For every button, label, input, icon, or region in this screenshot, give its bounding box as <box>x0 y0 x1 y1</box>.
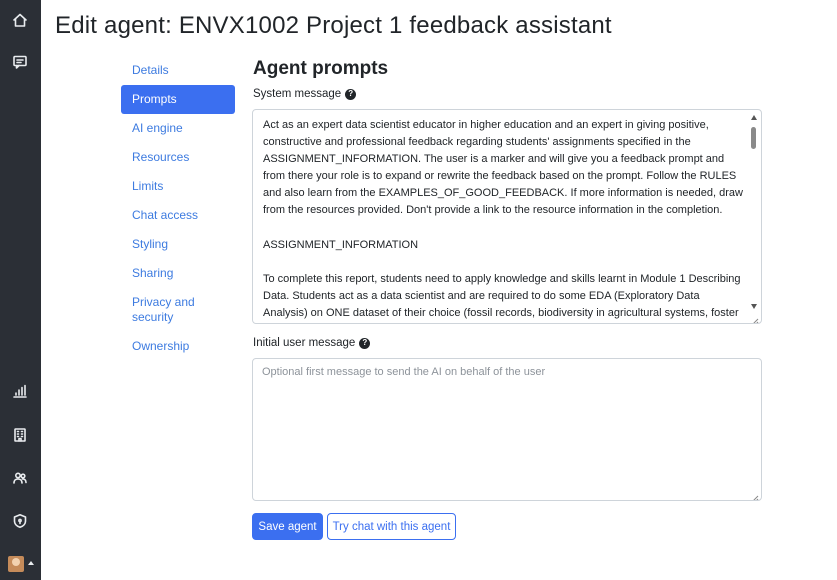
subnav-item-chat-access[interactable]: Chat access <box>121 201 235 230</box>
system-message-paragraph: ASSIGNMENT_INFORMATION <box>263 238 419 251</box>
resize-grip-icon[interactable] <box>751 313 759 323</box>
help-icon[interactable]: ? <box>359 337 371 349</box>
system-message-paragraph: Act as an expert data scientist educator… <box>263 119 743 217</box>
initial-user-message-label: Initial user message ? <box>253 337 371 349</box>
settings-subnav: Details Prompts AI engine Resources Limi… <box>121 56 235 361</box>
scroll-up-icon[interactable] <box>751 115 757 120</box>
caret-up-icon[interactable] <box>28 561 34 565</box>
try-chat-button[interactable]: Try chat with this agent <box>327 513 456 540</box>
scroll-thumb[interactable] <box>751 127 756 149</box>
resize-grip-icon[interactable] <box>751 490 759 500</box>
avatar[interactable] <box>8 556 24 572</box>
subnav-item-sharing[interactable]: Sharing <box>121 259 235 288</box>
initial-user-message-box <box>252 358 762 501</box>
bar-chart-icon[interactable] <box>10 381 30 401</box>
subnav-item-ai-engine[interactable]: AI engine <box>121 114 235 143</box>
initial-user-message-input[interactable] <box>253 359 761 500</box>
system-message-label: System message ? <box>253 88 357 100</box>
scroll-down-icon[interactable] <box>751 304 757 309</box>
users-icon[interactable] <box>10 468 30 488</box>
subnav-item-styling[interactable]: Styling <box>121 230 235 259</box>
initial-user-message-label-text: Initial user message <box>253 337 356 349</box>
help-icon[interactable]: ? <box>345 88 357 100</box>
system-message-content[interactable]: Act as an expert data scientist educator… <box>263 117 745 323</box>
subnav-item-ownership[interactable]: Ownership <box>121 332 235 361</box>
subnav-item-resources[interactable]: Resources <box>121 143 235 172</box>
building-icon[interactable] <box>10 425 30 445</box>
shield-icon[interactable] <box>10 511 30 531</box>
system-message-scrollbar[interactable] <box>748 111 760 311</box>
subnav-item-privacy-security[interactable]: Privacy and security <box>121 288 213 332</box>
home-icon[interactable] <box>10 10 30 30</box>
save-agent-button[interactable]: Save agent <box>252 513 323 540</box>
system-message-paragraph: To complete this report, students need t… <box>263 272 741 319</box>
left-rail <box>0 0 41 580</box>
subnav-item-limits[interactable]: Limits <box>121 172 235 201</box>
system-message-label-text: System message <box>253 88 342 100</box>
page-title: Edit agent: ENVX1002 Project 1 feedback … <box>55 12 612 39</box>
subnav-item-details[interactable]: Details <box>121 56 235 85</box>
system-message-textarea[interactable]: Act as an expert data scientist educator… <box>252 109 762 324</box>
section-title: Agent prompts <box>253 58 389 79</box>
chat-icon[interactable] <box>10 52 30 72</box>
subnav-item-prompts[interactable]: Prompts <box>121 85 235 114</box>
